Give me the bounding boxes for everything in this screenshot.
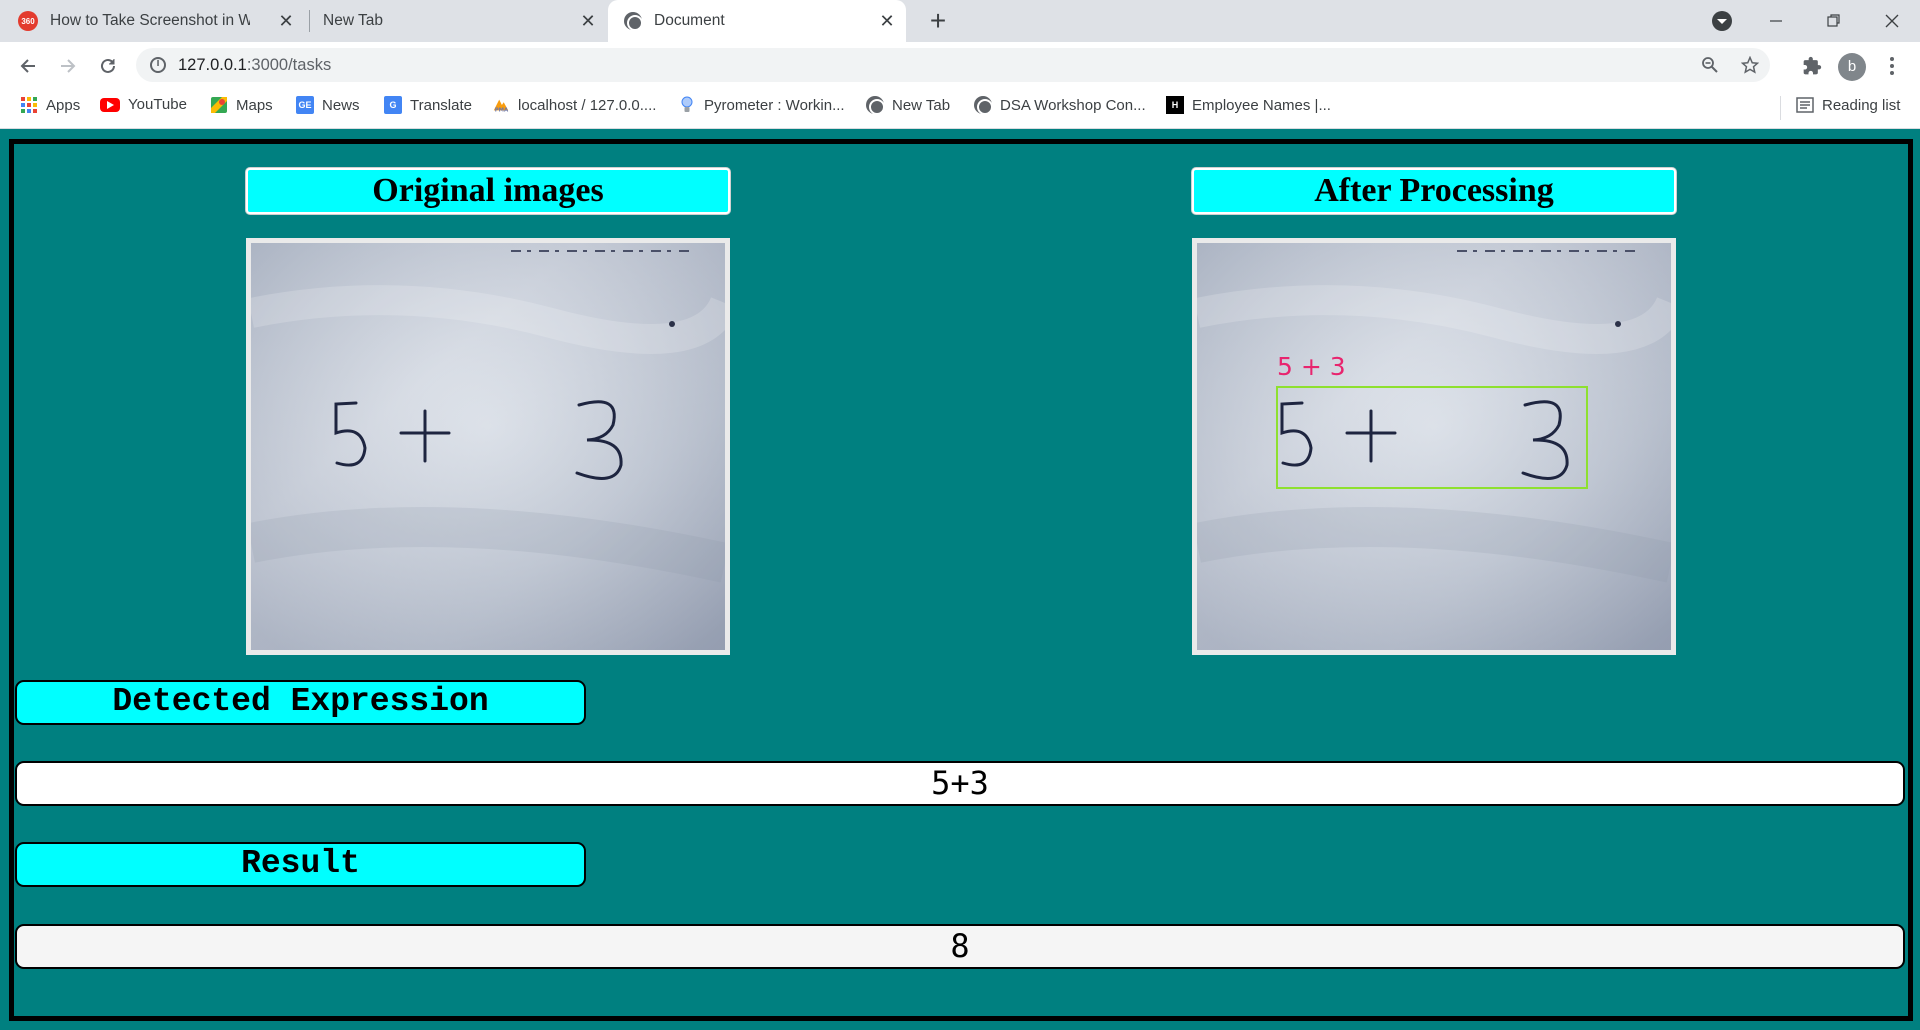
tab-document[interactable]: Document ✕ — [608, 0, 906, 42]
bookmark-label: Apps — [46, 96, 81, 114]
minimize-button[interactable] — [1748, 0, 1804, 42]
bookmarks-separator — [1780, 96, 1781, 120]
reload-button[interactable] — [92, 50, 124, 82]
bookmark-translate[interactable]: G Translate — [384, 96, 472, 114]
after-processing-title: After Processing — [1192, 168, 1676, 214]
reading-list-label: Reading list — [1822, 96, 1901, 114]
bookmark-maps[interactable]: Maps — [210, 96, 273, 114]
bookmarks-bar: Apps YouTube Maps GE News G Translate PM… — [0, 88, 1920, 129]
new-tab-button[interactable]: + — [922, 5, 954, 37]
tab-title: Document — [654, 12, 725, 29]
bookmark-news[interactable]: GE News — [296, 96, 360, 114]
globe-icon — [624, 12, 643, 31]
back-button[interactable] — [12, 50, 44, 82]
extensions-icon[interactable] — [1796, 50, 1828, 82]
phpmyadmin-icon: PMA — [492, 96, 510, 114]
tab-title: How to Take Screenshot in Windows — [50, 12, 250, 29]
browser-menu-icon[interactable] — [1876, 50, 1908, 82]
bookmark-label: News — [322, 96, 360, 114]
ink-dot — [1615, 321, 1621, 327]
result-value: 8 — [15, 924, 1905, 969]
bookmark-star-icon[interactable] — [1736, 51, 1764, 79]
url-path: :3000/tasks — [246, 56, 332, 74]
close-tab-icon[interactable]: ✕ — [276, 11, 296, 32]
browser-toolbar: 127.0.0.1:3000/tasks b — [0, 42, 1920, 88]
detection-label: 5 + 3 — [1277, 352, 1346, 381]
bookmark-apps[interactable]: Apps — [20, 96, 80, 114]
url-host: 127.0.0.1 — [178, 56, 247, 74]
original-images-title: Original images — [246, 168, 730, 214]
close-tab-icon[interactable]: ✕ — [877, 11, 897, 32]
tab-separator — [309, 10, 310, 32]
detected-expression-label: Detected Expression — [15, 680, 586, 725]
bookmark-label: Translate — [410, 96, 472, 114]
reading-list-button[interactable]: Reading list — [1796, 96, 1900, 114]
tab-screenshot-guide[interactable]: 360 How to Take Screenshot in Windows ✕ — [18, 0, 303, 42]
globe-icon — [866, 96, 885, 115]
tab-title: New Tab — [323, 12, 384, 29]
reading-list-icon — [1796, 96, 1814, 114]
processed-photo: 5 + 3 — [1197, 243, 1671, 650]
ink-dot — [669, 321, 675, 327]
bookmark-new-tab[interactable]: New Tab — [866, 96, 951, 115]
close-window-button[interactable] — [1864, 0, 1920, 42]
forward-button[interactable] — [52, 50, 84, 82]
site-info-icon[interactable] — [150, 57, 166, 73]
lightbulb-icon — [678, 96, 696, 114]
page-content: Original images After Processing 5 + 3 D… — [0, 129, 1920, 1030]
maps-icon — [210, 96, 228, 114]
profile-avatar[interactable]: b — [1838, 53, 1866, 81]
bookmark-youtube[interactable]: YouTube — [100, 96, 187, 113]
bookmark-label: Maps — [236, 96, 273, 114]
result-label: Result — [15, 842, 586, 887]
bookmark-pyrometer[interactable]: Pyrometer : Workin... — [678, 96, 845, 114]
detected-expression-value: 5+3 — [15, 761, 1905, 806]
bookmark-localhost[interactable]: PMA localhost / 127.0.0.... — [492, 96, 656, 114]
globe-icon — [974, 96, 993, 115]
bookmark-label: YouTube — [128, 96, 187, 113]
tab-search-icon[interactable] — [1712, 11, 1732, 31]
youtube-icon — [100, 97, 120, 112]
tab-new-tab[interactable]: New Tab ✕ — [323, 0, 603, 42]
translate-icon: G — [384, 96, 402, 114]
restore-button[interactable] — [1806, 0, 1862, 42]
bookmark-dsa-workshop[interactable]: DSA Workshop Con... — [974, 96, 1146, 115]
url-text: 127.0.0.1:3000/tasks — [178, 56, 331, 75]
360-logo-icon: 360 — [18, 11, 38, 31]
bookmark-label: Employee Names |... — [1192, 96, 1331, 114]
hackerrank-icon: H — [1166, 96, 1184, 114]
original-image — [246, 238, 730, 655]
processed-image: 5 + 3 — [1192, 238, 1676, 655]
original-photo — [251, 243, 725, 650]
zoom-icon[interactable] — [1696, 51, 1724, 79]
bookmark-label: Pyrometer : Workin... — [704, 96, 845, 114]
apps-grid-icon — [20, 96, 38, 114]
tab-strip: 360 How to Take Screenshot in Windows ✕ … — [0, 0, 1920, 42]
close-tab-icon[interactable]: ✕ — [578, 11, 598, 32]
news-icon: GE — [296, 96, 314, 114]
bookmark-employee-names[interactable]: H Employee Names |... — [1166, 96, 1331, 114]
bookmark-label: New Tab — [892, 96, 951, 114]
svg-text:PMA: PMA — [495, 107, 509, 113]
address-bar[interactable]: 127.0.0.1:3000/tasks — [136, 48, 1770, 82]
bookmark-label: localhost / 127.0.0.... — [518, 96, 657, 114]
bookmark-label: DSA Workshop Con... — [1000, 96, 1146, 114]
